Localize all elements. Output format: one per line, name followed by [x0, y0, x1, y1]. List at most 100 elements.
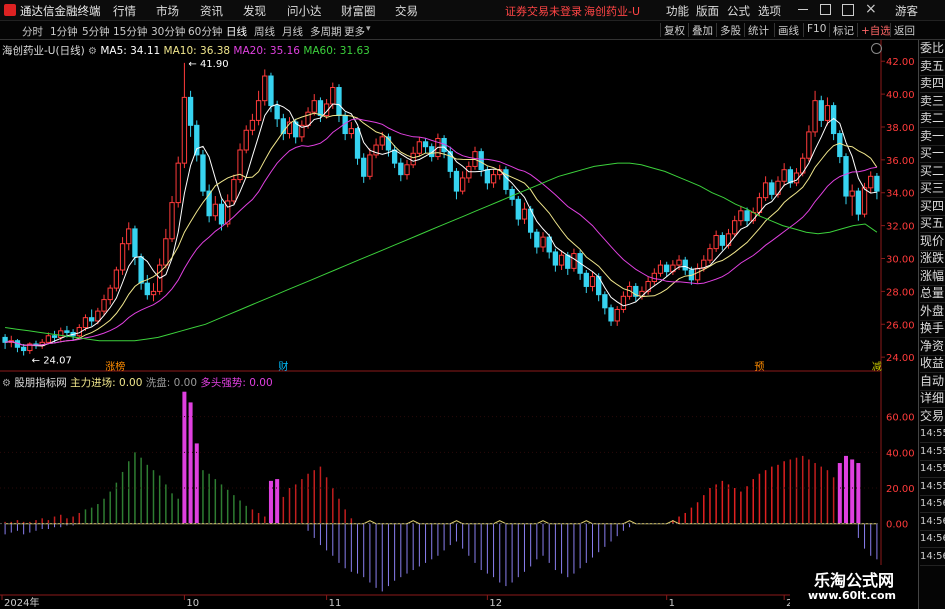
- date-tick-label: 12: [489, 598, 502, 609]
- legend-gear-icon[interactable]: ⚙: [88, 46, 97, 57]
- ma5-line: [5, 103, 877, 347]
- quote-field-label[interactable]: 现价: [920, 233, 945, 251]
- quote-field-label[interactable]: 买一: [920, 145, 945, 163]
- candle-body: [379, 136, 385, 146]
- candle-body: [95, 310, 101, 322]
- candle-body: [874, 175, 880, 192]
- quote-field-label[interactable]: 卖五: [920, 58, 945, 76]
- chart-close-icon[interactable]: [871, 43, 882, 54]
- candle-body: [812, 100, 818, 133]
- menu-quotes[interactable]: 行情: [113, 3, 136, 19]
- tool-mark[interactable]: 标记: [829, 23, 857, 37]
- period-weekly[interactable]: 周线: [254, 24, 275, 39]
- guest-user[interactable]: 游客: [895, 3, 918, 19]
- kline-chart[interactable]: ← 41.90 ← 24.07 42.00 40.00 38.00 36.00 34.00 3…: [0, 40, 945, 609]
- quote-field-label[interactable]: 委比: [920, 40, 945, 58]
- candle-body: [101, 299, 107, 312]
- menu-discover[interactable]: 发现: [243, 3, 266, 19]
- quote-field-label[interactable]: 外盘: [920, 303, 945, 321]
- candle-body: [818, 100, 824, 121]
- indicator-gear-icon[interactable]: ⚙: [2, 378, 11, 389]
- tool-draw[interactable]: 画线: [774, 23, 802, 37]
- tool-add-watch[interactable]: +自选: [857, 23, 894, 37]
- candle-body: [484, 169, 491, 184]
- candle-body: [194, 124, 200, 156]
- quote-field-label[interactable]: 卖三: [920, 93, 945, 111]
- price-tick-label: 34.00: [886, 189, 915, 200]
- quote-field-label[interactable]: 收益: [920, 355, 945, 373]
- quote-field-label[interactable]: 买二: [920, 163, 945, 181]
- quote-field-label[interactable]: 卖一: [920, 128, 945, 146]
- menu-market[interactable]: 市场: [156, 3, 179, 19]
- price-tick-label: 38.00: [886, 123, 915, 134]
- quote-field-label[interactable]: 详细: [920, 390, 945, 408]
- candle-body: [416, 141, 423, 154]
- period-1min[interactable]: 1分钟: [50, 24, 78, 39]
- quote-field-label[interactable]: 卖四: [920, 75, 945, 93]
- more-dropdown-icon[interactable]: ▾: [366, 24, 371, 34]
- tool-overlay[interactable]: 叠加: [688, 23, 716, 37]
- candle-body: [651, 272, 657, 283]
- maximize-icon[interactable]: [842, 4, 854, 16]
- tool-stats[interactable]: 统计: [744, 23, 772, 37]
- candle-body: [398, 162, 404, 176]
- main-force-bar: [268, 480, 273, 524]
- quote-field-label[interactable]: 总量: [920, 285, 945, 303]
- quote-field-label[interactable]: 买三: [920, 180, 945, 198]
- quote-field-label[interactable]: 交易: [920, 408, 945, 426]
- title-bar: 通达信金融终端 行情 市场 资讯 发现 问小达 财富圈 交易 证券交易未登录 海…: [0, 0, 945, 21]
- period-30min[interactable]: 30分钟: [151, 24, 185, 39]
- login-notice[interactable]: 证券交易未登录: [505, 3, 582, 19]
- period-tick[interactable]: 分时: [22, 24, 43, 39]
- tool-f10[interactable]: F10: [803, 23, 829, 37]
- stock-legend-label: 海创药业-U(日线): [2, 45, 85, 57]
- quote-field-label[interactable]: 自动: [920, 373, 945, 391]
- quote-field-label[interactable]: 涨跌: [920, 250, 945, 268]
- candle-body: [602, 294, 608, 309]
- candle-body: [20, 346, 27, 352]
- indicator-tick-label: 40.00: [886, 448, 915, 459]
- menu-function[interactable]: 功能: [666, 3, 689, 19]
- quote-field-label[interactable]: 净资: [920, 338, 945, 356]
- menu-news[interactable]: 资讯: [200, 3, 223, 19]
- menu-formula[interactable]: 公式: [727, 3, 750, 19]
- minimize-icon[interactable]: [798, 9, 808, 10]
- tool-multi-stock[interactable]: 多股: [716, 23, 744, 37]
- main-force-bar: [194, 443, 199, 524]
- period-15min[interactable]: 15分钟: [113, 24, 147, 39]
- period-daily[interactable]: 日线: [226, 24, 247, 39]
- candle-body: [119, 243, 126, 271]
- main-force-bar: [856, 463, 861, 524]
- candle-body: [719, 234, 725, 246]
- close-icon[interactable]: ×: [865, 1, 877, 17]
- quote-field-label[interactable]: 买五: [920, 215, 945, 233]
- candle-body: [614, 308, 620, 322]
- tool-adjust[interactable]: 复权: [660, 23, 688, 37]
- low-price-label: ← 24.07: [32, 355, 72, 366]
- tool-back[interactable]: 返回: [890, 23, 918, 37]
- candle-body: [713, 234, 719, 250]
- menu-layout[interactable]: 版面: [696, 3, 719, 19]
- period-5min[interactable]: 5分钟: [82, 24, 110, 39]
- menu-options[interactable]: 选项: [758, 3, 781, 19]
- quote-field-label[interactable]: 涨幅: [920, 268, 945, 286]
- period-monthly[interactable]: 月线: [282, 24, 303, 39]
- period-multi[interactable]: 多周期: [310, 24, 342, 39]
- quote-field-label[interactable]: 买四: [920, 198, 945, 216]
- candle-body: [212, 203, 218, 217]
- app-name: 通达信金融终端: [20, 4, 101, 18]
- tick-time: 14:56: [920, 513, 945, 531]
- menu-wealth-circle[interactable]: 财富圈: [341, 3, 376, 19]
- candle-body: [200, 154, 206, 192]
- period-more[interactable]: 更多: [344, 24, 365, 39]
- period-60min[interactable]: 60分钟: [188, 24, 222, 39]
- quote-field-label[interactable]: 卖二: [920, 110, 945, 128]
- candle-body: [521, 208, 528, 220]
- candle-body: [51, 335, 58, 338]
- menu-trade[interactable]: 交易: [395, 3, 418, 19]
- ma10-legend: MA10: 36.38: [163, 45, 231, 57]
- strong-legend: 多头强势: 0.00: [200, 377, 273, 389]
- quote-field-label[interactable]: 换手: [920, 320, 945, 338]
- menu-ask-xiaoda[interactable]: 问小达: [287, 3, 322, 19]
- restore-icon[interactable]: [820, 4, 831, 15]
